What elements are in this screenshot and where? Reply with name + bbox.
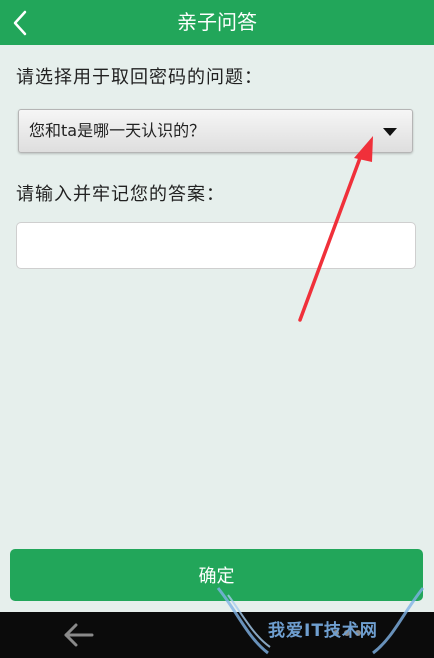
selected-question: 您和ta是哪一天认识的？ [29, 121, 206, 140]
app-header: 亲子问答 [0, 0, 434, 45]
page-title: 亲子问答 [177, 10, 257, 34]
question-label: 请选择用于取回密码的问题： [16, 67, 263, 88]
answer-input[interactable] [16, 222, 416, 269]
system-nav-bar [0, 612, 434, 658]
nav-menu-icon[interactable] [333, 630, 367, 640]
dropdown-arrow-icon [383, 128, 397, 136]
answer-label: 请输入并牢记您的答案： [16, 184, 225, 205]
security-question-select[interactable]: 您和ta是哪一天认识的？ [18, 109, 413, 153]
nav-back-icon[interactable] [62, 622, 96, 648]
confirm-button[interactable]: 确定 [10, 549, 423, 601]
